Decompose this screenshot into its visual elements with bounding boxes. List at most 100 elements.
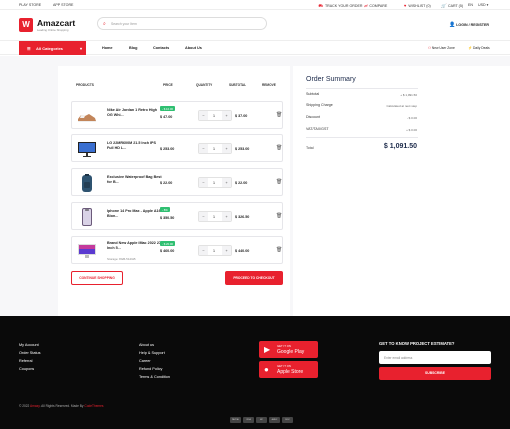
all-categories-button[interactable]: ☰ All Categories ▾ — [19, 41, 86, 55]
product-image-monitor[interactable] — [77, 139, 97, 159]
total-label: Total — [306, 146, 314, 150]
logo-mark[interactable]: W — [19, 18, 33, 32]
qty-increase-button[interactable]: + — [222, 246, 231, 255]
qty-increase-button[interactable]: + — [222, 178, 231, 187]
app-store-label: Apple Store — [277, 369, 304, 375]
paypal-icon: PAYPAL — [230, 417, 241, 423]
product-name[interactable]: Nike Air Jordan 1 Retro High OG Whi... — [107, 108, 162, 118]
header-quantity: QUANTITY — [196, 83, 213, 87]
compare-link[interactable]: ⇄ COMPARE — [364, 3, 387, 8]
summary-label: Shipping Charge — [306, 103, 333, 107]
quantity-stepper: − 1 + — [198, 110, 232, 121]
header-remove: REMOVE — [262, 83, 276, 87]
brand-name[interactable]: Amazcart — [37, 18, 75, 28]
product-image-shoe[interactable] — [77, 106, 97, 126]
header-price: PRICE — [163, 83, 173, 87]
cart-icon: 🛒 — [441, 3, 446, 8]
quantity-stepper: − 1 + — [198, 143, 232, 154]
product-image-bag[interactable] — [77, 173, 97, 193]
nav-home[interactable]: Home — [102, 46, 113, 50]
qty-value[interactable]: 1 — [213, 147, 215, 151]
footer-link-refund[interactable]: Refund Policy — [139, 367, 162, 371]
footer-link-career[interactable]: Career — [139, 359, 151, 363]
app-store-link[interactable]: APP STORE — [53, 3, 73, 7]
discount-badge: - $ 20.00 — [160, 241, 176, 246]
footer-link-referral[interactable]: Referral — [19, 359, 33, 363]
google-play-button[interactable]: ▶ GET IT ON Google Play — [259, 341, 318, 358]
footer-link-coupons[interactable]: Coupons — [19, 367, 34, 371]
qty-decrease-button[interactable]: − — [199, 246, 208, 255]
trash-icon[interactable]: 🗑 — [276, 112, 282, 118]
quantity-stepper: − 1 + — [198, 245, 232, 256]
qty-increase-button[interactable]: + — [222, 111, 231, 120]
cart-link[interactable]: 🛒 CART (5) — [441, 3, 463, 8]
cart-row: Brand New Apple iMac 2022 27 Inch 5... S… — [71, 236, 283, 264]
qty-value[interactable]: 1 — [213, 114, 215, 118]
track-order-link[interactable]: ⛟ TRACK YOUR ORDER — [318, 3, 362, 9]
currency-select[interactable]: USD ▾ — [478, 3, 488, 7]
trash-icon[interactable]: 🗑 — [276, 179, 282, 185]
continue-shopping-button[interactable]: CONTINUE SHOPPING — [71, 271, 123, 285]
qty-decrease-button[interactable]: − — [199, 178, 208, 187]
email-field[interactable]: Enter email address — [379, 351, 491, 364]
heart-icon: ♥ — [404, 3, 407, 8]
language-select[interactable]: EN — [468, 3, 473, 7]
footer-link-help[interactable]: Help & Support — [139, 351, 165, 355]
product-name[interactable]: Iphone 14 Pro Max - Apple A16 Bion... — [107, 209, 162, 219]
product-variant: Storage: 8GB-512GB — [107, 257, 136, 261]
copyright-brand-link[interactable]: Amazy — [30, 404, 40, 408]
product-price: $ 22.00 — [160, 181, 173, 185]
footer-link-terms[interactable]: Terms & Condition — [139, 375, 170, 379]
qty-increase-button[interactable]: + — [222, 212, 231, 221]
qty-decrease-button[interactable]: − — [199, 144, 208, 153]
product-name[interactable]: Exclusive Waterproof Bag Best for B... — [107, 175, 162, 185]
discount-badge: - $ 10.00 — [160, 106, 176, 111]
truck-icon: ⛟ — [318, 3, 324, 8]
footer-link-order-status[interactable]: Order Status — [19, 351, 41, 355]
product-price: $ 350.50 — [160, 216, 175, 220]
summary-value: + $ 0.00 — [406, 127, 417, 132]
login-register-link[interactable]: 👤 LOGIN / REGISTER — [449, 22, 489, 28]
trash-icon[interactable]: 🗑 — [276, 145, 282, 151]
nav-blog[interactable]: Blog — [129, 46, 137, 50]
visa-icon: VISA — [243, 417, 254, 423]
product-image-imac[interactable] — [77, 241, 97, 261]
trash-icon[interactable]: 🗑 — [276, 213, 282, 219]
footer-link-my-account[interactable]: My Account — [19, 343, 39, 347]
nav-about-us[interactable]: About Us — [185, 46, 202, 50]
play-store-link[interactable]: PLAY STORE — [19, 3, 41, 7]
footer-link-about[interactable]: About us — [139, 343, 154, 347]
copyright-maker-link[interactable]: CodeThemes — [84, 404, 103, 408]
daily-deals-link[interactable]: ⚡ Daily Deals — [468, 46, 490, 50]
row-subtotal: $ 253.00 — [235, 147, 250, 151]
qty-value[interactable]: 1 — [213, 249, 215, 253]
header-subtotal: SUBTOTAL — [229, 83, 247, 87]
qty-decrease-button[interactable]: − — [199, 111, 208, 120]
proceed-to-checkout-button[interactable]: PROCEED TO CHECKOUT — [225, 271, 283, 285]
qty-value[interactable]: 1 — [213, 181, 215, 185]
apple-icon: ● — [264, 365, 269, 374]
product-image-phone[interactable] — [77, 207, 97, 227]
search-input[interactable]: ⌕ Search your Item — [97, 17, 267, 30]
email-placeholder: Enter email address — [384, 355, 413, 360]
user-plus-icon: ⚇ — [428, 46, 431, 50]
brand-tagline: Leading Online Shopping — [37, 28, 69, 32]
product-price: $ 47.00 — [160, 115, 173, 119]
qty-increase-button[interactable]: + — [222, 144, 231, 153]
qty-decrease-button[interactable]: − — [199, 212, 208, 221]
product-name[interactable]: LG 22MR600M 21.5 Inch IPS Full HD L... — [107, 141, 162, 151]
nav-contacts[interactable]: Contacts — [153, 46, 169, 50]
wishlist-link[interactable]: ♥ WISHLIST (0) — [404, 3, 431, 8]
newsletter-title: GET TO KNOW PROJECT ESTIMATE? — [379, 341, 455, 346]
amex-icon: AMEX — [269, 417, 280, 423]
summary-label: VAT/TAX/GST — [306, 127, 329, 131]
product-name[interactable]: Brand New Apple iMac 2022 27 Inch 5... — [107, 241, 162, 251]
qty-value[interactable]: 1 — [213, 215, 215, 219]
subscribe-button[interactable]: SUBSCRIBE — [379, 367, 491, 380]
quantity-stepper: − 1 + — [198, 211, 232, 222]
trash-icon[interactable]: 🗑 — [276, 247, 282, 253]
cart-row: Exclusive Waterproof Bag Best for B... $… — [71, 168, 283, 196]
google-play-label: Google Play — [277, 349, 305, 355]
app-store-button[interactable]: ● GET IT ON Apple Store — [259, 361, 318, 378]
new-user-zone-link[interactable]: ⚇ New User Zone — [428, 46, 455, 50]
